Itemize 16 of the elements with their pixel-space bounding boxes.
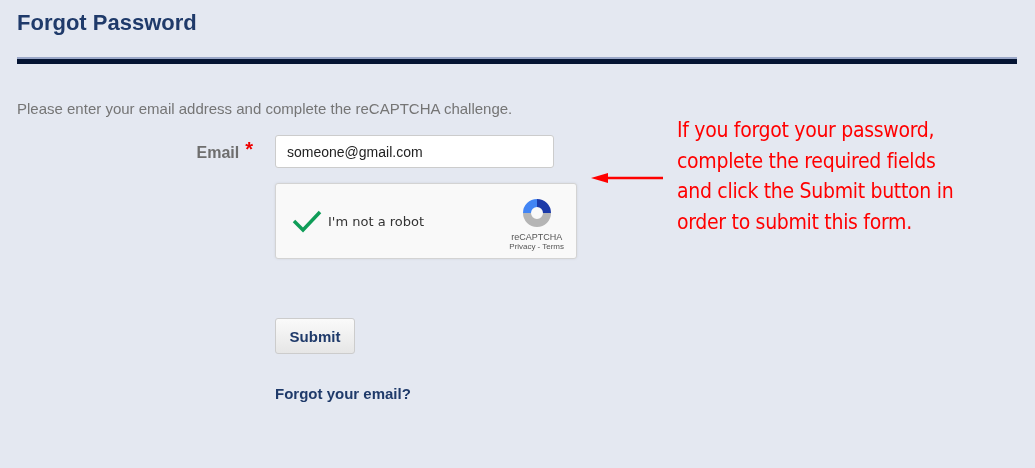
recaptcha-logo-icon (520, 197, 553, 229)
forgot-email-link[interactable]: Forgot your email? (275, 385, 411, 402)
terms-link[interactable]: Terms (542, 242, 564, 251)
captcha-label: I'm not a robot (328, 213, 425, 229)
email-label: Email (196, 144, 240, 162)
annotation-text: If you forgot your password, complete the required fields and click the Submit button in order to submit this form. (677, 117, 954, 236)
privacy-link[interactable]: Privacy (509, 242, 536, 251)
submit-button[interactable]: Submit (275, 318, 355, 354)
checkmark-icon[interactable] (292, 209, 322, 233)
instructions-text: Please enter your email address and complete the reCAPTCHA challenge. (17, 100, 514, 117)
page-title: Forgot Password (17, 9, 198, 37)
separator-text: - (537, 242, 541, 251)
email-field[interactable]: someone@gmail.com (275, 135, 554, 168)
arrow (591, 172, 663, 184)
recaptcha-brand: reCAPTCHA (511, 232, 563, 242)
required-mark: * (245, 139, 253, 159)
